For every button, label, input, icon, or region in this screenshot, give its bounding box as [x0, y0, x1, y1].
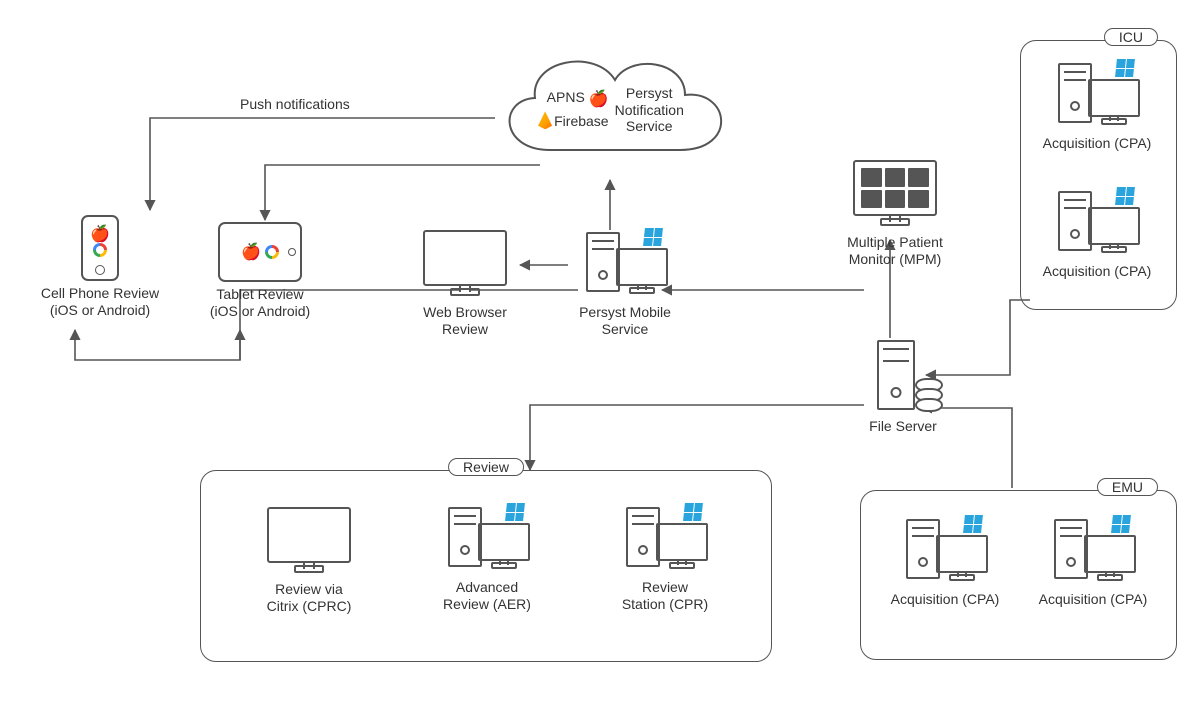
windows-icon — [1115, 59, 1135, 77]
cloud-notification: APNS 🍎 Firebase Persyst Notification Ser… — [480, 40, 740, 180]
push-notifications-label: Push notifications — [240, 96, 350, 112]
workstation-icon — [580, 232, 670, 292]
node-icu-cpa-2: Acquisition (CPA) — [1037, 191, 1157, 280]
group-tag-review: Review — [448, 458, 524, 476]
cloud-services-left: APNS 🍎 Firebase — [538, 88, 608, 132]
firebase-label: Firebase — [554, 113, 608, 129]
node-review-citrix: Review viaCitrix (CPRC) — [239, 507, 379, 615]
server-icon — [873, 340, 933, 414]
group-tag-emu: EMU — [1097, 478, 1158, 496]
node-mpm: Multiple PatientMonitor (MPM) — [830, 160, 960, 268]
node-review-aer: AdvancedReview (AER) — [417, 507, 557, 613]
node-emu-cpa-2: Acquisition (CPA) — [1033, 519, 1153, 608]
apple-icon: 🍎 — [241, 242, 261, 262]
database-icon — [915, 382, 939, 410]
apns-label: APNS — [547, 89, 585, 105]
monitor-icon — [267, 507, 351, 563]
workstation-icon — [442, 507, 532, 567]
windows-icon — [963, 515, 983, 533]
monitor-icon — [853, 160, 937, 216]
workstation-icon — [1052, 191, 1142, 251]
windows-icon — [1115, 187, 1135, 205]
node-review-cpr: ReviewStation (CPR) — [595, 507, 735, 613]
workstation-icon — [620, 507, 710, 567]
windows-icon — [643, 228, 663, 246]
group-tag-icu: ICU — [1104, 28, 1158, 46]
node-web-browser-review: Web BrowserReview — [400, 230, 530, 338]
node-emu-cpa-1: Acquisition (CPA) — [885, 519, 1005, 608]
workstation-icon — [1048, 519, 1138, 579]
node-file-server: File Server — [858, 340, 948, 435]
diagram-canvas: APNS 🍎 Firebase Persyst Notification Ser… — [0, 0, 1200, 707]
group-review: Review Review viaCitrix (CPRC) AdvancedR… — [200, 470, 772, 662]
node-cell-phone-review: 🍎 Cell Phone Review(iOS or Android) — [40, 215, 160, 319]
tablet-icon: 🍎 — [218, 222, 302, 282]
windows-icon — [505, 503, 525, 521]
firebase-icon — [538, 111, 552, 129]
google-icon — [93, 243, 107, 257]
phone-icon: 🍎 — [81, 215, 119, 281]
workstation-icon — [1052, 63, 1142, 123]
group-emu: EMU Acquisition (CPA) Acquisition (CPA) — [860, 490, 1177, 660]
apple-icon: 🍎 — [90, 226, 110, 243]
group-icu: ICU Acquisition (CPA) Acquisition (CPA) — [1020, 40, 1177, 310]
node-persyst-mobile-service: Persyst MobileService — [565, 232, 685, 338]
mpm-grid-icon — [861, 168, 929, 208]
monitor-icon — [423, 230, 507, 286]
apple-icon: 🍎 — [589, 91, 609, 108]
cloud-service-name: Persyst Notification Service — [615, 85, 684, 135]
workstation-icon — [900, 519, 990, 579]
windows-icon — [1111, 515, 1131, 533]
node-icu-cpa-1: Acquisition (CPA) — [1037, 63, 1157, 152]
google-icon — [265, 245, 279, 259]
windows-icon — [683, 503, 703, 521]
node-tablet-review: 🍎 Tablet Review(iOS or Android) — [190, 222, 330, 320]
